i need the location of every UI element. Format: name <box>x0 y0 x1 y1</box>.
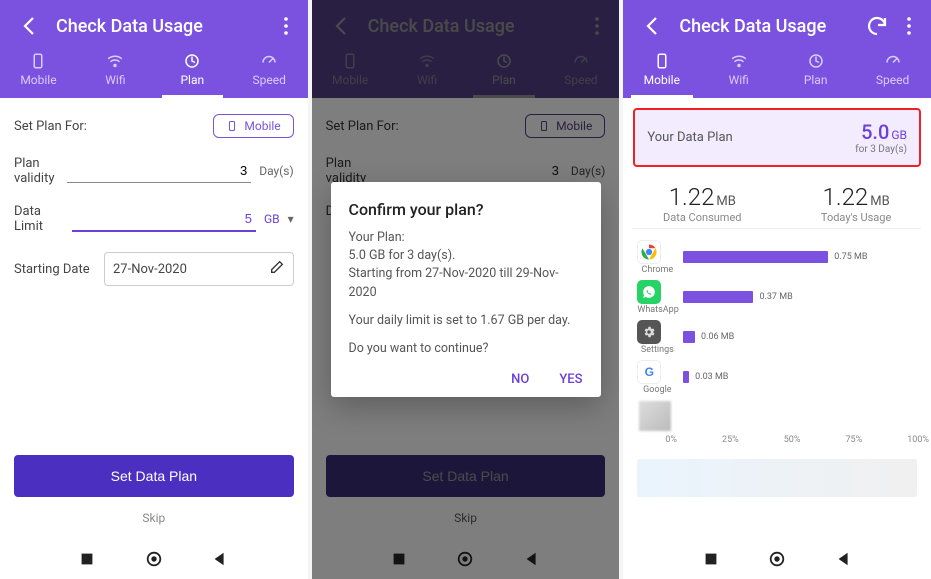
dialog-yes-button[interactable]: YES <box>559 372 582 387</box>
nav-home-icon[interactable] <box>145 550 163 568</box>
usage-bar-label: 0.03 MB <box>695 372 728 382</box>
app-usage-row[interactable]: GGoogle 0.03 MB <box>637 357 917 397</box>
app-usage-row[interactable]: Settings 0.06 MB <box>637 317 917 357</box>
back-icon[interactable] <box>641 14 665 38</box>
tab-bar: Mobile Wifi Plan Speed <box>623 40 931 98</box>
set-plan-button[interactable]: Set Data Plan <box>14 455 294 497</box>
limit-label: Data Limit <box>14 204 72 234</box>
limit-input[interactable] <box>72 207 256 232</box>
form-footer: Set Data Plan Skip <box>14 455 294 539</box>
tab-wifi[interactable]: Wifi <box>700 40 777 98</box>
overflow-icon[interactable] <box>274 14 298 38</box>
tab-plan[interactable]: Plan <box>777 40 854 98</box>
validity-input[interactable] <box>67 159 251 183</box>
plan-form: Set Plan For: Mobile Plan validity Day(s… <box>0 98 308 455</box>
overflow-icon[interactable] <box>897 14 921 38</box>
app-title: Check Data Usage <box>679 16 857 37</box>
usage-bar: 0.75 MB <box>683 251 917 263</box>
dialog-no-button[interactable]: NO <box>511 372 529 387</box>
screen-usage-overview: Check Data Usage Mobile Wifi Plan Speed … <box>623 0 931 579</box>
set-for-chip-label: Mobile <box>244 119 280 133</box>
stat-today: 1.22MB Today's Usage <box>821 183 891 224</box>
app-usage-list: Chrome 0.75 MB WhatsApp 0.37 MB Settings 0.06… <box>623 229 931 399</box>
tab-mobile[interactable]: Mobile <box>0 40 77 98</box>
usage-bar: 0.03 MB <box>683 371 917 383</box>
tab-mobile-label: Mobile <box>20 73 56 87</box>
settings-app-icon: Settings <box>637 320 677 355</box>
nav-back-icon[interactable] <box>835 550 853 568</box>
google-icon: GGoogle <box>637 360 677 395</box>
edit-date-icon[interactable] <box>269 259 285 279</box>
usage-stats: 1.22MB Data Consumed 1.22MB Today's Usag… <box>623 177 931 228</box>
set-for-label: Set Plan For: <box>14 119 104 134</box>
set-for-chip[interactable]: Mobile <box>213 114 293 138</box>
tab-plan-label: Plan <box>180 73 204 87</box>
usage-bar: 0.06 MB <box>683 331 917 343</box>
stat-consumed: 1.22MB Data Consumed <box>663 183 741 224</box>
app-header: Check Data Usage <box>0 0 308 40</box>
tab-speed-label: Speed <box>253 73 286 87</box>
tab-mobile[interactable]: Mobile <box>623 40 700 98</box>
refresh-icon[interactable] <box>865 14 889 38</box>
dialog-confirm: Do you want to continue? <box>349 340 583 358</box>
dialog-daily: Your daily limit is set to 1.67 GB per d… <box>349 312 583 330</box>
validity-label: Plan validity <box>14 156 67 186</box>
back-icon[interactable] <box>18 14 42 38</box>
start-date-label: Starting Date <box>14 262 104 277</box>
tab-bar: Mobile Wifi Plan Speed <box>0 40 308 98</box>
chrome-icon: Chrome <box>637 240 677 275</box>
start-date-field[interactable]: 27-Nov-2020 <box>104 252 294 286</box>
skip-button[interactable]: Skip <box>14 497 294 539</box>
unit-dropdown-icon[interactable]: ▾ <box>288 212 294 226</box>
system-navbar <box>0 539 308 579</box>
plan-banner-label: Your Data Plan <box>647 130 732 145</box>
usage-bar: 0.37 MB <box>683 291 917 303</box>
system-navbar <box>623 539 931 579</box>
app-header: Check Data Usage <box>623 0 931 40</box>
plan-banner[interactable]: Your Data Plan 5.0GB for 3 Day(s) <box>633 108 921 167</box>
app-title: Check Data Usage <box>56 16 266 37</box>
tab-plan[interactable]: Plan <box>154 40 231 98</box>
blurred-app-row <box>639 401 671 431</box>
validity-unit: Day(s) <box>259 164 293 178</box>
start-date-value: 27-Nov-2020 <box>113 262 187 277</box>
usage-bar-label: 0.75 MB <box>834 252 867 262</box>
plan-banner-sub: for 3 Day(s) <box>855 144 907 155</box>
app-usage-row[interactable]: Chrome 0.75 MB <box>637 237 917 277</box>
whatsapp-icon: WhatsApp <box>637 280 677 315</box>
tab-wifi[interactable]: Wifi <box>77 40 154 98</box>
dialog-scrim[interactable]: Confirm your plan? Your Plan: 5.0 GB for… <box>312 0 620 579</box>
tab-speed[interactable]: Speed <box>854 40 931 98</box>
screen-plan-form: Check Data Usage Mobile Wifi Plan Speed … <box>0 0 308 579</box>
nav-home-icon[interactable] <box>768 550 786 568</box>
usage-bar-label: 0.37 MB <box>759 292 792 302</box>
screen-confirm-dialog: Check Data Usage Mobile Wifi Plan Speed … <box>312 0 620 579</box>
limit-unit: GB <box>264 212 280 226</box>
nav-recent-icon[interactable] <box>702 550 720 568</box>
app-usage-row[interactable]: WhatsApp 0.37 MB <box>637 277 917 317</box>
usage-axis: 0% 25% 50% 75% 100% <box>623 431 931 451</box>
dialog-body: Your Plan: 5.0 GB for 3 day(s). Starting… <box>349 229 583 302</box>
confirm-dialog: Confirm your plan? Your Plan: 5.0 GB for… <box>331 182 601 397</box>
usage-bar-label: 0.06 MB <box>701 332 734 342</box>
nav-recent-icon[interactable] <box>78 550 96 568</box>
tab-wifi-label: Wifi <box>105 73 125 87</box>
tab-speed[interactable]: Speed <box>231 40 308 98</box>
mobile-icon <box>226 119 238 133</box>
nav-back-icon[interactable] <box>211 550 229 568</box>
plan-banner-value: 5.0 <box>861 120 889 144</box>
dialog-title: Confirm your plan? <box>349 200 583 219</box>
ad-placeholder[interactable] <box>637 459 917 497</box>
